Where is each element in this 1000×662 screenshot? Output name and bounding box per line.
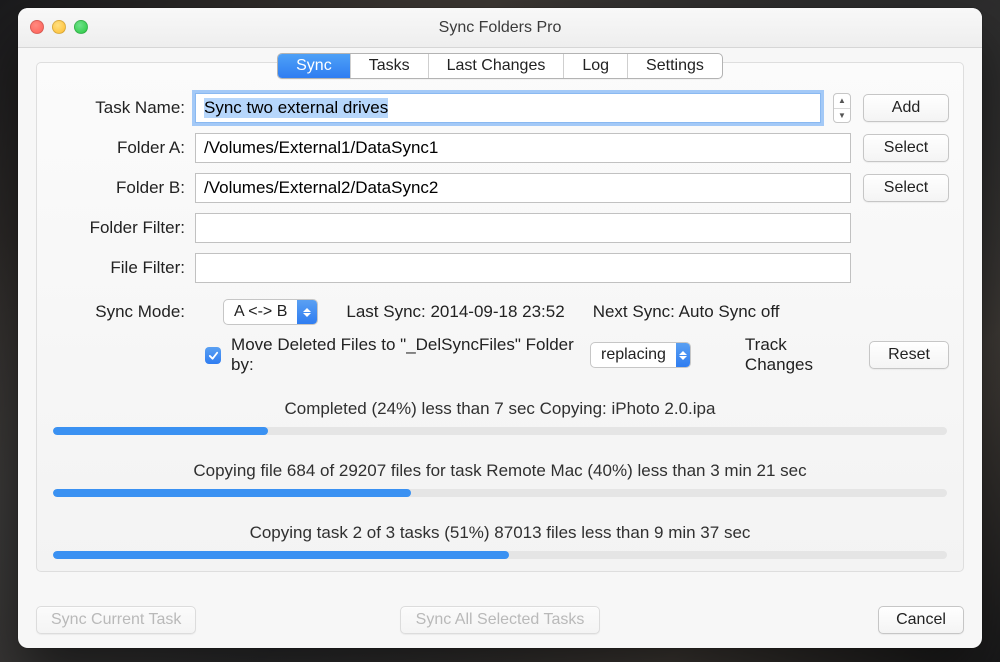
label-folder-filter: Folder Filter: — [51, 218, 195, 238]
label-task-name: Task Name: — [51, 98, 195, 118]
select-folder-a-button[interactable]: Select — [863, 134, 949, 162]
progress-2-label: Copying file 684 of 29207 files for task… — [53, 461, 947, 481]
progress-3-label: Copying task 2 of 3 tasks (51%) 87013 fi… — [53, 523, 947, 543]
minimize-icon[interactable] — [52, 20, 66, 34]
select-folder-b-button[interactable]: Select — [863, 174, 949, 202]
move-deleted-mode-value: replacing — [591, 346, 676, 364]
progress-2-fill — [53, 489, 411, 497]
label-folder-b: Folder B: — [51, 178, 195, 198]
updown-icon — [297, 300, 317, 324]
task-name-stepper[interactable]: ▲ ▼ — [833, 93, 851, 123]
move-deleted-mode-select[interactable]: replacing — [590, 342, 691, 368]
move-deleted-checkbox[interactable] — [205, 347, 221, 364]
sync-mode-select[interactable]: A <-> B — [223, 299, 318, 325]
reset-button[interactable]: Reset — [869, 341, 949, 369]
footer: Sync Current Task Sync All Selected Task… — [36, 606, 964, 634]
track-changes-label: Track Changes — [745, 335, 853, 375]
main-panel: Sync Tasks Last Changes Log Settings Tas… — [36, 62, 964, 572]
window-controls — [30, 20, 88, 34]
tab-log[interactable]: Log — [564, 54, 628, 78]
label-folder-a: Folder A: — [51, 138, 195, 158]
file-filter-input[interactable] — [195, 253, 851, 283]
chevron-up-icon[interactable]: ▲ — [834, 94, 850, 109]
sync-all-selected-tasks-button[interactable]: Sync All Selected Tasks — [400, 606, 600, 634]
move-deleted-label: Move Deleted Files to "_DelSyncFiles" Fo… — [231, 335, 580, 375]
progress-3-fill — [53, 551, 509, 559]
progress-1-bar — [53, 427, 947, 435]
folder-a-input[interactable] — [195, 133, 851, 163]
progress-1-fill — [53, 427, 268, 435]
folder-filter-input[interactable] — [195, 213, 851, 243]
last-sync-text: Last Sync: 2014-09-18 23:52 — [346, 302, 564, 322]
chevron-down-icon[interactable]: ▼ — [834, 109, 850, 123]
updown-icon — [676, 343, 690, 367]
progress-3-bar — [53, 551, 947, 559]
tab-sync[interactable]: Sync — [278, 54, 351, 78]
task-name-input[interactable] — [195, 93, 821, 123]
tab-last-changes[interactable]: Last Changes — [429, 54, 565, 78]
progress-2-bar — [53, 489, 947, 497]
add-button[interactable]: Add — [863, 94, 949, 122]
tab-settings[interactable]: Settings — [628, 54, 722, 78]
sync-mode-value: A <-> B — [224, 303, 297, 321]
tab-tasks[interactable]: Tasks — [351, 54, 429, 78]
label-file-filter: File Filter: — [51, 258, 195, 278]
title-bar: Sync Folders Pro — [18, 8, 982, 48]
tab-bar: Sync Tasks Last Changes Log Settings — [277, 53, 723, 79]
zoom-icon[interactable] — [74, 20, 88, 34]
close-icon[interactable] — [30, 20, 44, 34]
label-sync-mode: Sync Mode: — [51, 302, 195, 322]
progress-1-label: Completed (24%) less than 7 sec Copying:… — [53, 399, 947, 419]
check-icon — [208, 350, 219, 361]
next-sync-text: Next Sync: Auto Sync off — [593, 302, 780, 322]
desktop-background: Sync Folders Pro Sync Tasks Last Changes… — [0, 0, 1000, 662]
window-title: Sync Folders Pro — [439, 19, 562, 37]
app-window: Sync Folders Pro Sync Tasks Last Changes… — [18, 8, 982, 648]
folder-b-input[interactable] — [195, 173, 851, 203]
